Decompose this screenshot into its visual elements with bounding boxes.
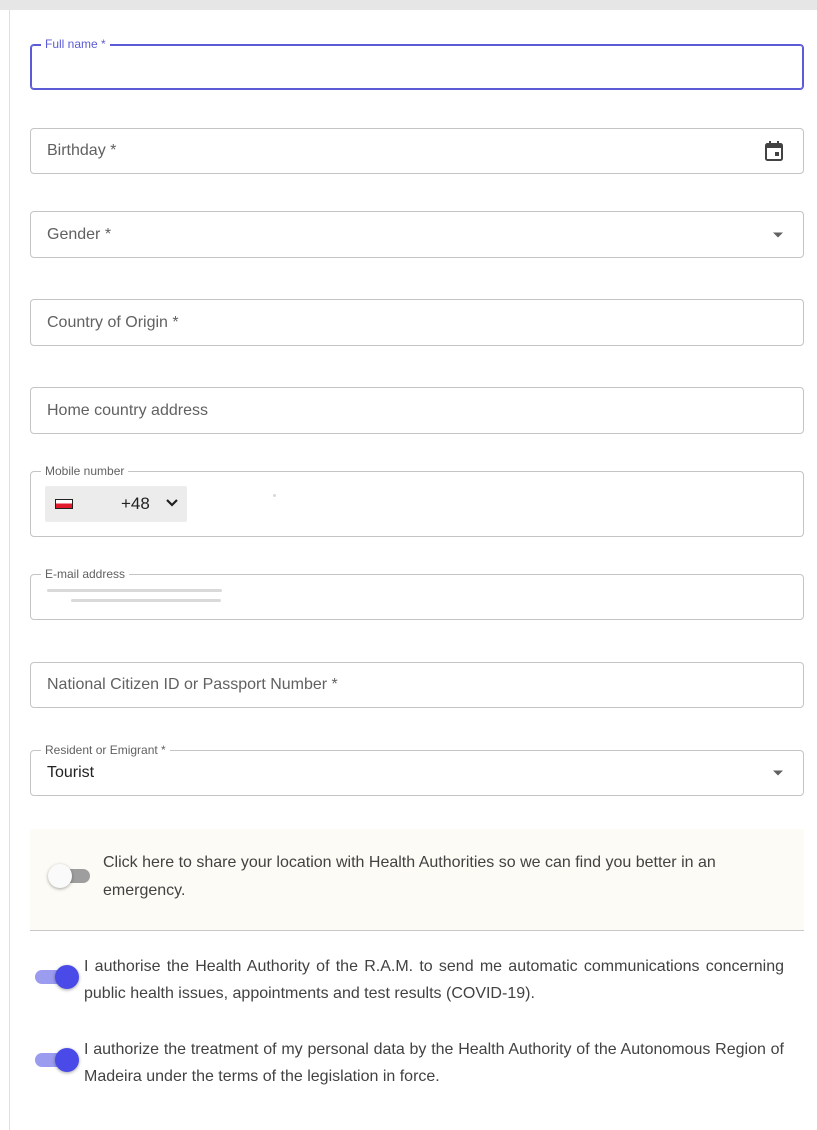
dropdown-caret-icon — [773, 770, 783, 776]
birthday-placeholder: Birthday * — [47, 142, 117, 159]
redacted-value — [47, 589, 222, 592]
gender-placeholder: Gender * — [47, 225, 112, 243]
dropdown-caret-icon — [773, 232, 783, 237]
left-border — [9, 10, 10, 1130]
national-id-placeholder: National Citizen ID or Passport Number * — [47, 676, 338, 693]
dial-code: +48 — [121, 494, 150, 513]
email-field[interactable]: E-mail address — [30, 567, 804, 620]
country-of-origin-placeholder: Country of Origin * — [47, 313, 179, 331]
resident-emigrant-select[interactable]: Resident or Emigrant * Tourist — [30, 743, 804, 796]
mobile-number-field[interactable]: Mobile number +48 — [30, 464, 804, 537]
mobile-number-label: Mobile number — [41, 464, 129, 478]
resident-emigrant-label: Resident or Emigrant * — [41, 743, 170, 757]
birthday-field[interactable]: Birthday * — [30, 128, 804, 174]
gender-select[interactable]: Gender * — [30, 211, 804, 258]
national-id-field[interactable]: National Citizen ID or Passport Number * — [30, 662, 804, 708]
data-treatment-consent-text: I authorize the treatment of my personal… — [84, 1041, 784, 1085]
full-name-field[interactable]: Full name * — [30, 37, 804, 90]
country-code-selector[interactable]: +48 — [45, 486, 187, 522]
calendar-icon[interactable] — [765, 141, 783, 161]
top-bar — [0, 0, 817, 10]
resident-emigrant-value: Tourist — [47, 764, 95, 781]
location-share-text: Click here to share your location with H… — [103, 854, 716, 899]
redacted-value — [71, 599, 221, 602]
home-address-field[interactable]: Home country address — [30, 387, 804, 434]
home-address-placeholder: Home country address — [47, 401, 208, 419]
communications-consent-text: I authorise the Health Authority of the … — [84, 958, 784, 1002]
location-share-panel: Click here to share your location with H… — [30, 829, 804, 931]
chevron-down-icon — [165, 495, 179, 513]
poland-flag-icon — [55, 499, 73, 509]
full-name-label: Full name * — [41, 37, 110, 51]
redacted-value — [273, 494, 276, 497]
country-of-origin-field[interactable]: Country of Origin * — [30, 299, 804, 346]
email-label: E-mail address — [41, 567, 130, 581]
